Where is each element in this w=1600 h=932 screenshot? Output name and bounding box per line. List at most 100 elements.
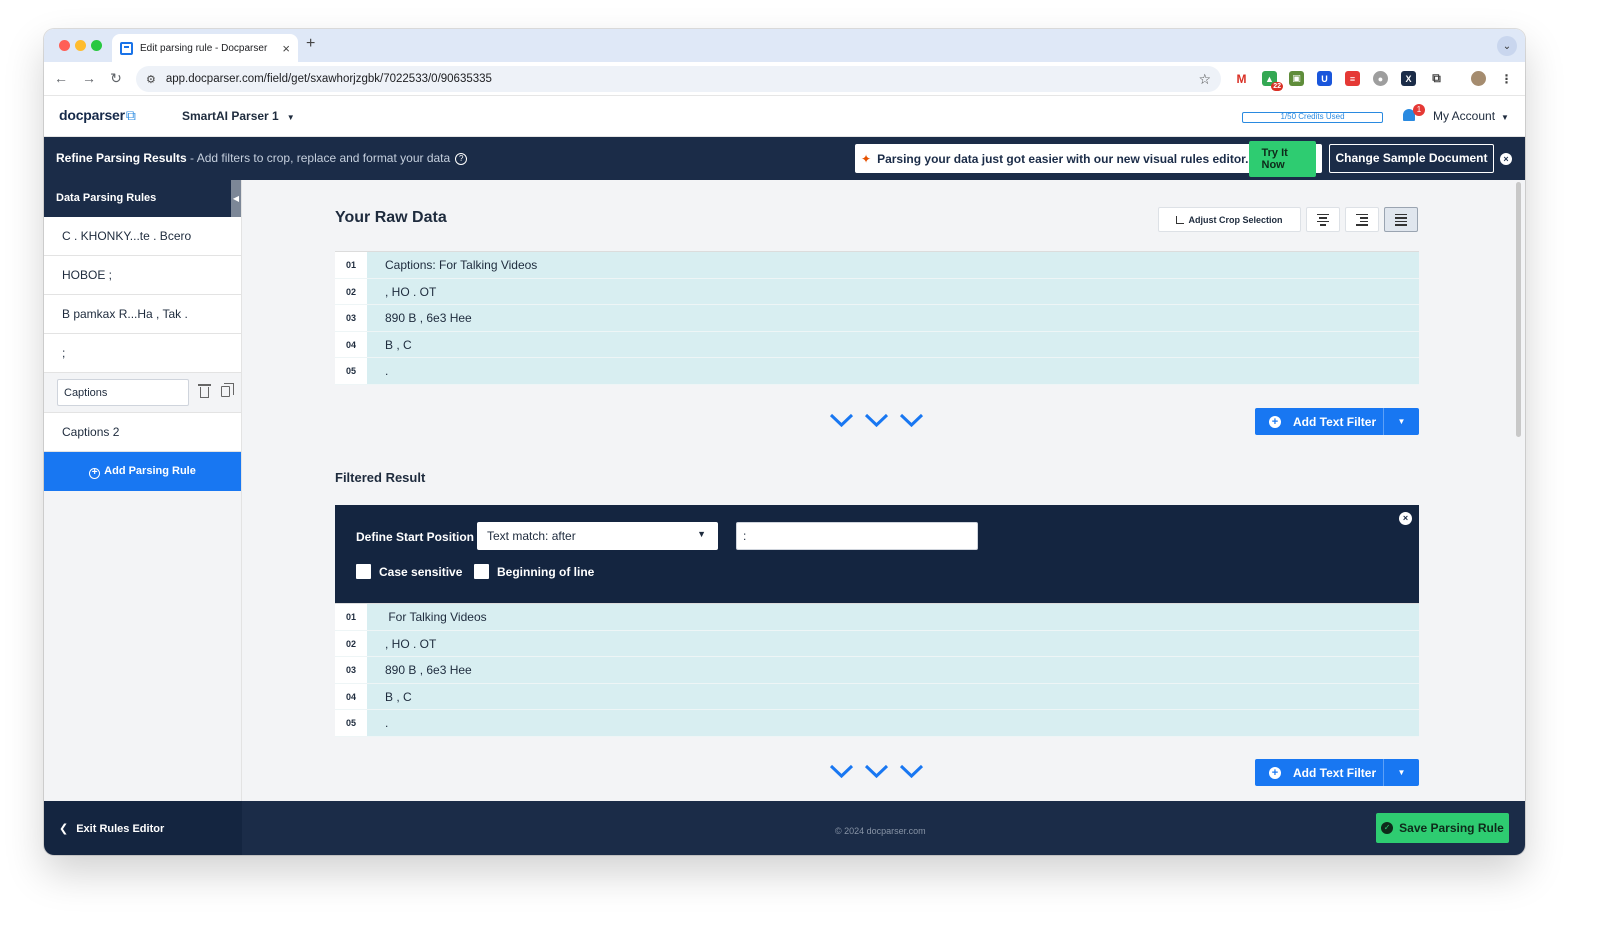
trash-icon[interactable] bbox=[198, 384, 211, 398]
chevron-down-icon[interactable] bbox=[899, 764, 924, 779]
bitwarden-extension-icon[interactable]: U bbox=[1317, 71, 1332, 86]
reload-icon[interactable]: ↻ bbox=[107, 70, 125, 87]
checkbox-box[interactable] bbox=[356, 564, 371, 579]
add-text-filter-button[interactable]: + Add Text Filter ▼ bbox=[1255, 759, 1419, 786]
account-menu[interactable]: My Account ▼ bbox=[1433, 109, 1509, 123]
address-bar[interactable]: ⚙ app.docparser.com/field/get/sxawhorjzg… bbox=[136, 66, 1221, 92]
table-row: 05. bbox=[335, 358, 1419, 385]
chevron-down-icon[interactable] bbox=[899, 413, 924, 428]
browser-tab[interactable]: Edit parsing rule - Docparser × bbox=[112, 34, 298, 62]
image-extension-icon[interactable]: ▣ bbox=[1289, 71, 1304, 86]
beginning-of-line-checkbox[interactable]: Beginning of line bbox=[474, 564, 594, 579]
add-parsing-rule-button[interactable]: + Add Parsing Rule bbox=[44, 452, 241, 491]
checkbox-box[interactable] bbox=[474, 564, 489, 579]
filtered-data-table: 01 For Talking Videos 02, HO . OT 03 890 … bbox=[335, 603, 1419, 737]
raw-data-table: 01 Captions: For Talking Videos 02, HO . … bbox=[335, 251, 1419, 385]
main-content: Your Raw Data Adjust Crop Selection 01 Ca… bbox=[242, 180, 1525, 801]
close-window-button[interactable] bbox=[59, 40, 70, 51]
drive-extension-icon[interactable]: ▲ 22 bbox=[1262, 71, 1283, 91]
sidebar-rule-item[interactable]: ; bbox=[44, 334, 241, 373]
save-parsing-rule-label: Save Parsing Rule bbox=[1399, 821, 1504, 835]
sidebar-rule-item[interactable]: Captions 2 bbox=[44, 413, 241, 452]
copy-icon[interactable] bbox=[221, 383, 234, 397]
collapse-sidebar-icon[interactable]: ◀ bbox=[231, 180, 241, 217]
match-text-input[interactable] bbox=[736, 522, 978, 550]
sidebar-heading: Data Parsing Rules ◀ bbox=[44, 180, 241, 217]
align-left-view-button[interactable] bbox=[1306, 207, 1340, 232]
rule-name-input[interactable] bbox=[57, 379, 189, 406]
table-row: 03 890 B , 6e3 Hee bbox=[335, 657, 1419, 684]
change-sample-document-button[interactable]: Change Sample Document bbox=[1329, 144, 1494, 173]
caret-down-icon: ▼ bbox=[286, 113, 295, 122]
remove-filter-close-icon[interactable]: × bbox=[1399, 512, 1412, 525]
case-sensitive-checkbox[interactable]: Case sensitive bbox=[356, 564, 462, 579]
expand-chevrons[interactable] bbox=[829, 764, 924, 779]
puzzle-extensions-icon[interactable]: ⧉ bbox=[1429, 71, 1444, 86]
expand-chevrons[interactable] bbox=[829, 413, 924, 428]
logo-text: docparser bbox=[59, 107, 125, 123]
sidebar-rule-item[interactable]: HOBOE ; bbox=[44, 256, 241, 295]
match-mode-value: Text match: after bbox=[487, 529, 576, 543]
browser-menu-icon[interactable]: ⋮ bbox=[1499, 71, 1514, 86]
profile-avatar[interactable] bbox=[1471, 71, 1486, 86]
plus-circle-icon: + bbox=[1269, 415, 1281, 428]
sidebar-rule-item[interactable]: C . KHONKY...te . Bcero bbox=[44, 217, 241, 256]
sidebar-rule-item[interactable]: B pamkax R...Ha , Tak . bbox=[44, 295, 241, 334]
back-arrow-icon[interactable]: ← bbox=[52, 70, 70, 86]
table-row: 01 Captions: For Talking Videos bbox=[335, 252, 1419, 279]
x-extension-icon[interactable]: X bbox=[1401, 71, 1416, 86]
try-it-now-button[interactable]: Try It Now bbox=[1248, 140, 1316, 177]
new-tab-icon[interactable]: + bbox=[306, 35, 315, 53]
bookmark-star-icon[interactable]: ☆ bbox=[1198, 71, 1211, 88]
caret-down-icon[interactable]: ▼ bbox=[1383, 408, 1419, 435]
raw-data-title: Your Raw Data bbox=[335, 209, 447, 226]
docparser-logo[interactable]: docparser⧉ bbox=[59, 107, 136, 124]
chevron-down-icon[interactable] bbox=[829, 413, 854, 428]
table-row: 02, HO . OT bbox=[335, 278, 1419, 306]
chevron-down-icon[interactable] bbox=[829, 764, 854, 779]
logo-mark-icon: ⧉ bbox=[125, 107, 136, 123]
notifications-bell[interactable]: 1 bbox=[1399, 104, 1425, 128]
red-extension-icon[interactable]: ≡ bbox=[1345, 71, 1360, 86]
full-width-view-button[interactable] bbox=[1384, 207, 1418, 232]
table-row: 03 890 B , 6e3 Hee bbox=[335, 305, 1419, 332]
minimize-window-button[interactable] bbox=[75, 40, 86, 51]
chevron-down-icon[interactable] bbox=[864, 764, 889, 779]
chevron-down-icon[interactable] bbox=[864, 413, 889, 428]
maximize-window-button[interactable] bbox=[91, 40, 102, 51]
indent-view-button[interactable] bbox=[1345, 207, 1379, 232]
line-number: 04 bbox=[335, 331, 367, 358]
promo-text: Parsing your data just got easier with o… bbox=[877, 151, 1249, 166]
line-text: B , C bbox=[367, 331, 1419, 358]
line-number: 02 bbox=[335, 630, 367, 657]
gmail-extension-icon[interactable]: M bbox=[1234, 71, 1249, 86]
blocked-extension-icon[interactable]: ● bbox=[1373, 71, 1388, 86]
extension-badge: 22 bbox=[1271, 82, 1283, 91]
line-text: 890 B , 6e3 Hee bbox=[367, 657, 1419, 683]
tab-search-chevron-icon[interactable]: ⌄ bbox=[1497, 36, 1517, 56]
close-icon[interactable]: × bbox=[1500, 153, 1512, 165]
add-text-filter-button[interactable]: + Add Text Filter ▼ bbox=[1255, 408, 1419, 435]
adjust-crop-button[interactable]: Adjust Crop Selection bbox=[1158, 207, 1301, 232]
party-popper-icon: ✦ bbox=[861, 151, 872, 166]
save-parsing-rule-button[interactable]: ✓ Save Parsing Rule bbox=[1376, 813, 1509, 843]
credits-usage-bar[interactable]: 1/50 Credits Used bbox=[1242, 112, 1383, 123]
notification-count: 1 bbox=[1413, 104, 1425, 116]
site-settings-icon[interactable]: ⚙ bbox=[146, 73, 156, 86]
table-row: 02, HO . OT bbox=[335, 630, 1419, 658]
forward-arrow-icon[interactable]: → bbox=[80, 70, 98, 86]
help-icon[interactable]: ? bbox=[455, 152, 468, 165]
match-mode-select[interactable]: Text match: after ▼ bbox=[477, 522, 718, 550]
line-number: 05 bbox=[335, 710, 367, 736]
table-row: 01 For Talking Videos bbox=[335, 604, 1419, 631]
scrollbar[interactable] bbox=[1516, 182, 1521, 437]
exit-rules-editor-button[interactable]: ❮ Exit Rules Editor bbox=[44, 801, 242, 855]
address-row: ← → ↻ ⚙ app.docparser.com/field/get/sxaw… bbox=[44, 62, 1525, 96]
copyright-text: © 2024 docparser.com bbox=[835, 826, 926, 836]
tab-close-icon[interactable]: × bbox=[282, 41, 290, 56]
table-row: 05. bbox=[335, 710, 1419, 737]
parser-selector[interactable]: SmartAI Parser 1 ▼ bbox=[182, 109, 295, 123]
caret-down-icon[interactable]: ▼ bbox=[1383, 759, 1419, 786]
add-text-filter-label: Add Text Filter bbox=[1293, 765, 1377, 780]
browser-window: Edit parsing rule - Docparser × + ⌄ ← → … bbox=[44, 29, 1525, 855]
